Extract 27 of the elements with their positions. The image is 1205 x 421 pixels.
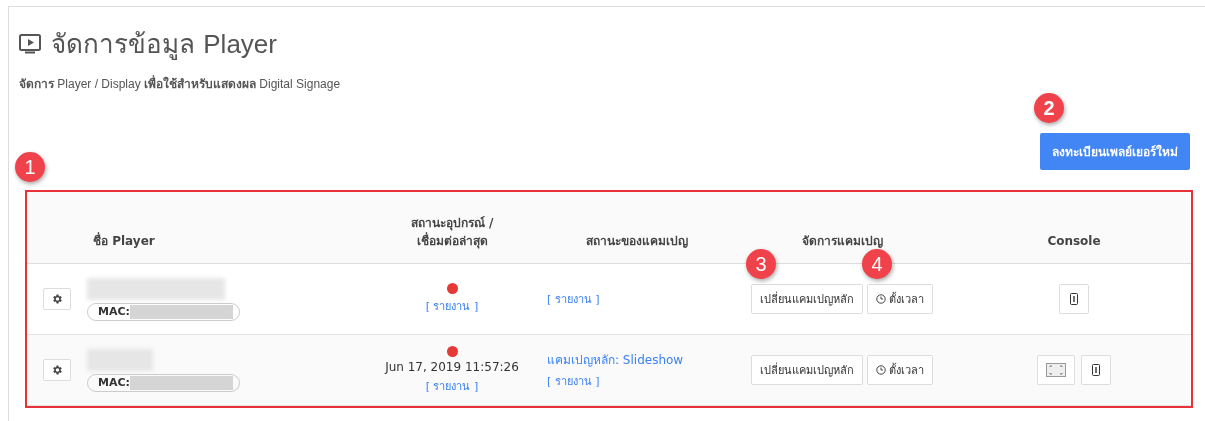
report-link[interactable]: [ รายงาน ] — [547, 372, 600, 390]
clock-icon — [876, 365, 886, 375]
settings-button[interactable] — [43, 288, 71, 310]
page-title: จัดการข้อมูล Player — [51, 28, 277, 62]
settings-icon — [51, 293, 63, 305]
report-link[interactable]: [ รายงาน ] — [425, 297, 479, 315]
report-link[interactable]: [ รายงาน ] — [547, 290, 600, 308]
fullscreen-icon — [1046, 363, 1066, 377]
change-campaign-button[interactable]: เปลี่ยนแคมเปญหลัก — [751, 355, 863, 385]
callout-badge: 3 — [746, 249, 776, 279]
schedule-button[interactable]: ตั้งเวลา — [867, 355, 933, 385]
device-info-button[interactable] — [1081, 355, 1111, 385]
screen-button[interactable] — [1037, 355, 1075, 385]
device-info-button[interactable] — [1059, 284, 1089, 314]
last-connection-time: Jun 17, 2019 11:57:26 — [385, 359, 519, 374]
phone-icon — [1070, 293, 1078, 305]
callout-badge: 2 — [1034, 93, 1064, 123]
settings-button[interactable] — [43, 359, 71, 381]
clock-icon — [876, 294, 886, 304]
campaign-link[interactable]: แคมเปญหลัก: Slideshow — [547, 350, 684, 369]
phone-icon — [1092, 364, 1100, 376]
callout-badge: 4 — [862, 249, 892, 279]
page-subtitle: จัดการ Player / Display เพื่อใช้สำหรับแสดงผล Digital Signage — [19, 74, 342, 93]
settings-icon — [51, 364, 63, 376]
player-icon — [19, 33, 41, 54]
callout-badge: 1 — [15, 152, 45, 182]
report-link[interactable]: [ รายงาน ] — [425, 376, 479, 395]
